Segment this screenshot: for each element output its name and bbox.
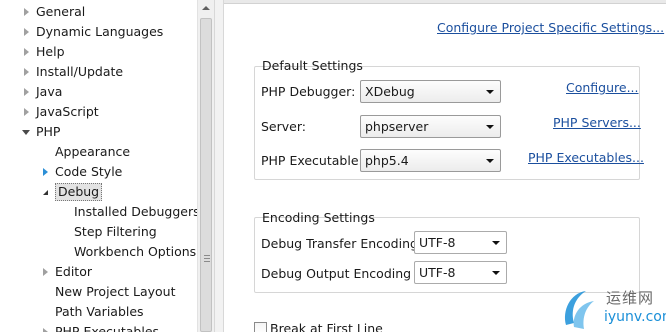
tree-item-label: Installed Debuggers [74,204,197,219]
tree-item-php[interactable]: PHP [20,122,60,142]
php-debugger-value: XDebug [365,84,415,99]
panel-top-border [224,0,666,4]
swirl-logo-icon [564,291,594,329]
tree-item-label: Java [36,84,63,99]
expand-arrow-icon[interactable] [20,62,32,82]
debug-transfer-encoding-label: Debug Transfer Encoding [261,236,418,251]
expand-arrow-icon[interactable] [20,42,32,62]
debug-output-encoding-value: UTF-8 [419,265,456,280]
tree-item-label: Dynamic Languages [36,24,164,39]
tree-item-new-project-layout[interactable]: New Project Layout [55,282,175,302]
tree-item-label: JavaScript [36,104,99,119]
tree-item-label: Editor [55,264,92,279]
preferences-tree: General Dynamic Languages Help Install/U… [0,0,197,332]
tree-item-label: Workbench Options [74,244,197,259]
tree-item-workbench-options[interactable]: Workbench Options [74,242,196,262]
configure-debugger-link[interactable]: Configure... [566,80,639,95]
server-select[interactable]: phpserver [360,115,501,138]
encoding-settings-title: Encoding Settings [262,210,375,225]
debug-transfer-encoding-select[interactable]: UTF-8 [414,231,507,254]
tree-item-step-filtering[interactable]: Step Filtering [74,222,157,242]
tree-item-label: Path Variables [55,304,144,319]
break-first-line-label: Break at First Line [270,321,383,332]
server-value: phpserver [365,119,429,134]
php-servers-link[interactable]: PHP Servers... [553,115,641,130]
debug-output-encoding-select[interactable]: UTF-8 [414,261,507,284]
dropdown-arrow-icon [486,90,494,94]
php-debugger-select[interactable]: XDebug [360,80,501,103]
expand-arrow-icon[interactable] [20,2,32,22]
tree-item-label: Debug [55,183,103,201]
tree-item-path-variables[interactable]: Path Variables [55,302,144,322]
panel-splitter[interactable] [214,0,224,332]
watermark-en-text: iyunv.com [604,309,666,325]
tree-item-label: Appearance [55,144,131,159]
collapse-arrow-icon[interactable] [39,182,51,202]
tree-item-debug[interactable]: Debug [39,182,103,202]
php-executable-label: PHP Executable: [261,153,363,168]
expand-arrow-icon[interactable] [20,22,32,42]
dropdown-arrow-icon [492,241,500,245]
expand-arrow-icon[interactable] [39,262,51,282]
tree-item-install-update[interactable]: Install/Update [20,62,123,82]
dropdown-arrow-icon [486,125,494,129]
tree-item-label: Step Filtering [74,224,157,239]
grip-icon [204,255,210,262]
tree-item-java[interactable]: Java [20,82,62,102]
tree-item-label: PHP [36,124,61,139]
default-settings-title: Default Settings [262,58,363,73]
php-executables-link[interactable]: PHP Executables... [528,150,644,165]
php-executable-value: php5.4 [365,153,409,168]
tree-item-dynamic-languages[interactable]: Dynamic Languages [20,22,163,42]
tree-item-label: Install/Update [36,64,124,79]
watermark-logo: 运维网 iyunv.com [560,283,666,332]
tree-item-label: Code Style [55,164,123,179]
tree-item-label: New Project Layout [55,284,176,299]
expand-arrow-icon[interactable] [20,82,32,102]
dropdown-arrow-icon [492,271,500,275]
expand-arrow-icon[interactable] [39,162,51,182]
dropdown-arrow-icon [486,159,494,163]
tree-item-javascript[interactable]: JavaScript [20,102,99,122]
debug-transfer-encoding-value: UTF-8 [419,235,456,250]
configure-project-settings-link[interactable]: Configure Project Specific Settings... [437,20,664,35]
tree-item-code-style[interactable]: Code Style [39,162,122,182]
tree-item-general[interactable]: General [20,2,85,22]
tree-item-php-executables[interactable]: PHP Executables [39,322,159,332]
tree-item-appearance[interactable]: Appearance [55,142,130,162]
scroll-up-arrow-icon[interactable] [202,6,210,10]
server-label: Server: [261,119,306,134]
debug-output-encoding-label: Debug Output Encoding [261,266,412,281]
tree-item-help[interactable]: Help [20,42,65,62]
expand-arrow-icon[interactable] [39,322,51,332]
php-debugger-label: PHP Debugger: [261,84,356,99]
tree-item-label: Help [36,44,65,59]
watermark-cn-text: 运维网 [606,289,655,307]
tree-item-installed-debuggers[interactable]: Installed Debuggers [74,202,197,222]
scrollbar-thumb[interactable] [200,18,212,332]
php-executable-select[interactable]: php5.4 [360,149,501,172]
expand-arrow-icon[interactable] [20,102,32,122]
tree-item-label: PHP Executables [55,324,160,332]
collapse-arrow-icon[interactable] [20,122,32,142]
tree-item-editor[interactable]: Editor [39,262,92,282]
break-first-line-checkbox[interactable] [254,322,267,332]
tree-scrollbar[interactable] [197,0,214,332]
tree-item-label: General [36,4,86,19]
